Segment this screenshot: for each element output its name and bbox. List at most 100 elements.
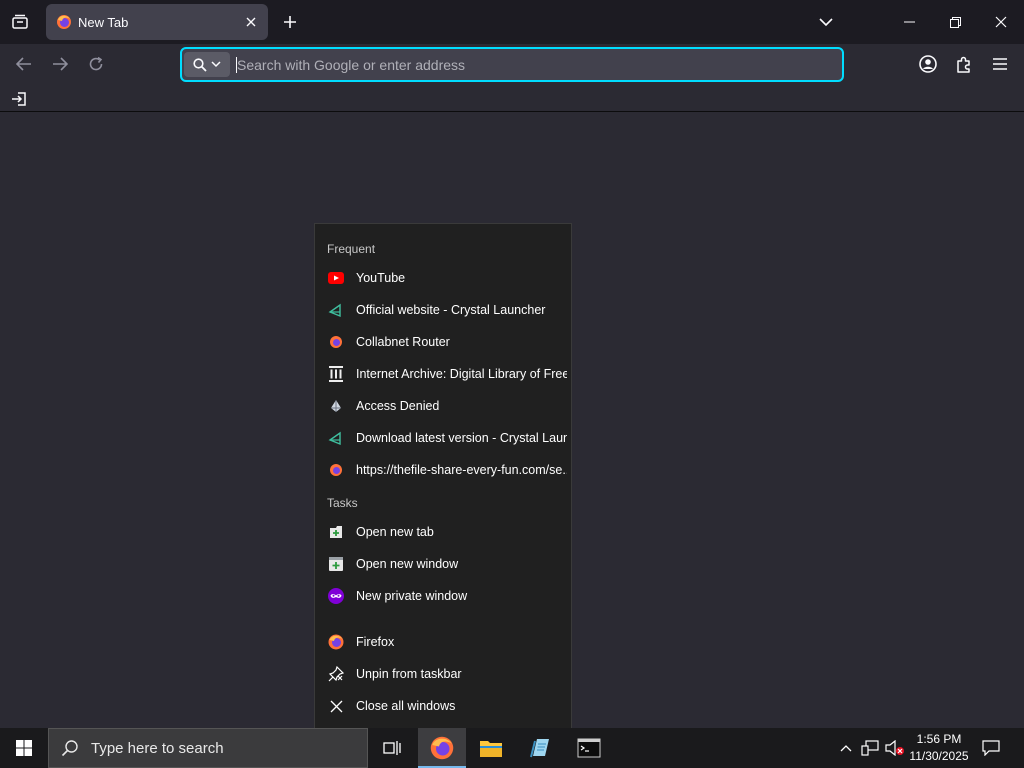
jump-list-item-label: Open new tab (356, 525, 434, 539)
close-icon (246, 17, 256, 27)
search-icon (193, 57, 207, 72)
firefox-view-icon (12, 14, 28, 29)
action-center-button[interactable] (976, 728, 1006, 768)
back-button[interactable] (10, 50, 38, 78)
windows-taskbar: Type here to search 1:56 PM 11/30/2025 (0, 728, 1024, 768)
taskbar-terminal[interactable] (565, 728, 613, 768)
jump-list-item-unpin[interactable]: Unpin from taskbar (315, 658, 571, 690)
bookmarks-toolbar (0, 84, 1024, 112)
task-view-icon (383, 741, 401, 755)
account-button[interactable] (914, 50, 942, 78)
new-tab-icon (328, 524, 344, 540)
new-tab-button[interactable] (276, 8, 304, 36)
restore-button[interactable] (932, 0, 978, 44)
jump-list-item-label: Internet Archive: Digital Library of Fre… (356, 367, 567, 381)
tab-close-button[interactable] (239, 10, 263, 34)
jump-list-item-close-all-windows[interactable]: Close all windows (315, 690, 571, 722)
forward-button[interactable] (46, 50, 74, 78)
taskbar-search-box[interactable]: Type here to search (48, 728, 368, 768)
network-status-button[interactable] (860, 738, 880, 758)
reload-button[interactable] (82, 50, 110, 78)
jump-list-item-label: YouTube (356, 271, 406, 285)
minimize-button[interactable] (886, 0, 932, 44)
crystal-launcher-icon (328, 302, 344, 318)
jump-list-item-label: Official website - Crystal Launcher (356, 303, 546, 317)
tab-title: New Tab (78, 14, 129, 30)
firefox-page-icon (328, 462, 344, 478)
task-view-button[interactable] (368, 728, 416, 768)
chevron-down-icon (819, 17, 833, 26)
folder-icon (480, 741, 502, 757)
jump-list-item-access-denied[interactable]: Access Denied (315, 390, 571, 422)
firefox-icon (56, 14, 72, 30)
jump-list-item-label: Open new window (356, 557, 459, 571)
restore-icon (949, 16, 961, 28)
extensions-button[interactable] (950, 50, 978, 78)
hamburger-menu-icon (993, 58, 1007, 70)
address-bar[interactable] (180, 47, 844, 82)
windows-logo-icon (16, 740, 32, 756)
search-mode-switcher[interactable] (184, 52, 230, 77)
jump-list-item-firefox[interactable]: Firefox (315, 626, 571, 658)
app-menu-button[interactable] (986, 50, 1014, 78)
jump-list-item-new-private-window[interactable]: New private window (315, 580, 571, 612)
jump-list-item-crystal-launcher[interactable]: Official website - Crystal Launcher (315, 294, 571, 326)
jump-list-item-label: Unpin from taskbar (356, 667, 462, 681)
taskbar-firefox[interactable] (418, 728, 466, 768)
back-arrow-icon (16, 57, 31, 71)
firefox-view-button[interactable] (6, 8, 34, 36)
crystal-launcher-icon (328, 430, 344, 446)
taskbar-notepad-app[interactable] (516, 728, 564, 768)
notepad-icon (530, 739, 549, 758)
firefox-page-icon (328, 334, 344, 350)
unpin-icon (328, 666, 344, 682)
jump-list-item-label: Download latest version - Crystal Laun..… (356, 431, 567, 445)
jump-list-item-label: Close all windows (356, 699, 456, 713)
taskbar-search-placeholder: Type here to search (91, 739, 224, 757)
search-icon (61, 740, 78, 757)
internet-archive-icon (328, 366, 344, 382)
reload-icon (89, 56, 103, 71)
jump-list-item-label: Firefox (356, 635, 395, 649)
firefox-icon (430, 736, 454, 760)
close-window-button[interactable] (978, 0, 1024, 44)
taskbar-clock[interactable]: 1:56 PM 11/30/2025 (904, 731, 974, 765)
jump-list-item-collabnet-router[interactable]: Collabnet Router (315, 326, 571, 358)
show-hidden-icons-button[interactable] (836, 738, 856, 758)
minimize-icon (903, 21, 915, 23)
clock-time: 1:56 PM (916, 732, 962, 746)
jump-list-item-label: https://thefile-share-every-fun.com/se..… (356, 463, 567, 477)
plus-icon (284, 16, 296, 28)
jump-list-item-label: Access Denied (356, 399, 440, 413)
terminal-icon (577, 738, 601, 758)
account-icon (919, 55, 937, 73)
taskbar-jump-list: Frequent YouTube Official website - Crys… (314, 223, 572, 728)
url-input[interactable] (237, 49, 842, 80)
access-denied-icon (328, 398, 344, 414)
jump-list-item-youtube[interactable]: YouTube (315, 262, 571, 294)
chevron-down-icon (211, 61, 221, 68)
list-all-tabs-button[interactable] (812, 8, 840, 36)
forward-arrow-icon (53, 57, 68, 71)
jump-list-item-open-new-tab[interactable]: Open new tab (315, 516, 571, 548)
start-button[interactable] (0, 728, 48, 768)
sign-in-icon (12, 92, 26, 106)
tab-new-tab[interactable]: New Tab (46, 4, 268, 40)
puzzle-icon (957, 56, 970, 73)
youtube-icon (328, 270, 344, 286)
volume-muted-icon (885, 740, 904, 756)
jump-list-item-thefile-share[interactable]: https://thefile-share-every-fun.com/se..… (315, 454, 571, 486)
jump-list-item-label: Collabnet Router (356, 335, 450, 349)
network-icon (861, 740, 879, 756)
import-bookmarks-button[interactable] (8, 88, 30, 110)
firefox-icon (328, 634, 344, 650)
jump-list-item-open-new-window[interactable]: Open new window (315, 548, 571, 580)
jump-list-item-crystal-launcher-download[interactable]: Download latest version - Crystal Laun..… (315, 422, 571, 454)
jump-list-item-internet-archive[interactable]: Internet Archive: Digital Library of Fre… (315, 358, 571, 390)
tab-strip: New Tab (0, 0, 1024, 44)
close-icon (328, 698, 344, 714)
volume-button[interactable] (885, 738, 905, 758)
taskbar-file-explorer[interactable] (467, 728, 515, 768)
notification-icon (982, 740, 1000, 756)
frequent-header: Frequent (327, 242, 376, 256)
